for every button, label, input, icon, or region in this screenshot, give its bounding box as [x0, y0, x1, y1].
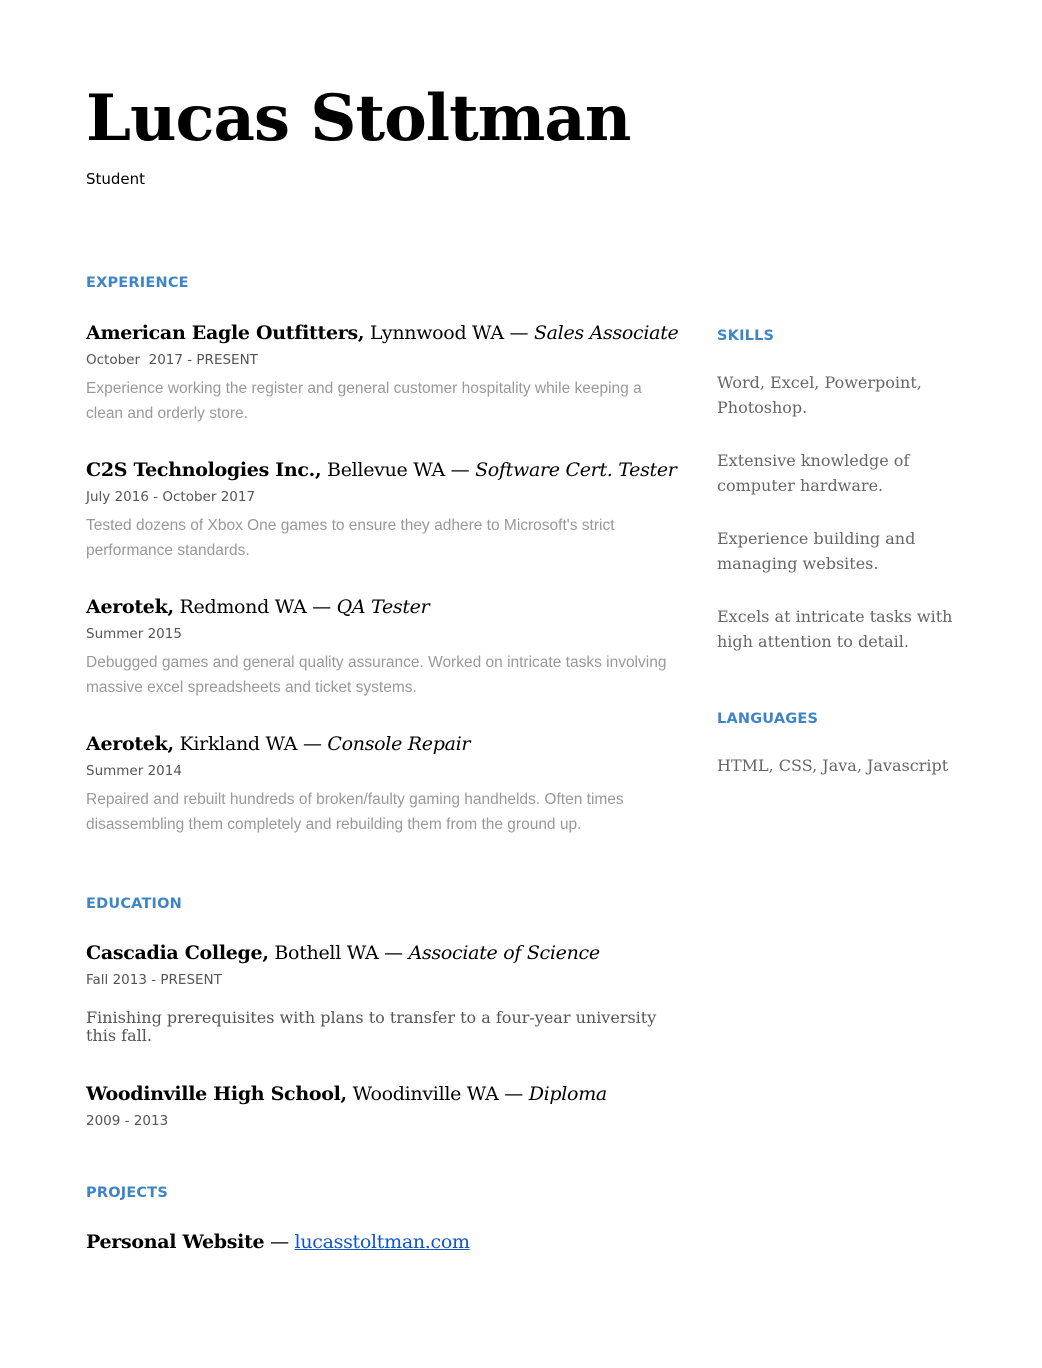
entry-location: Lynnwood WA — — [364, 322, 534, 344]
experience-entry: Aerotek, Kirkland WA — Console Repair Su… — [86, 731, 676, 837]
skills-heading: SKILLS — [717, 328, 775, 344]
entry-description: Finishing prerequisites with plans to tr… — [86, 1008, 657, 1045]
skill-item: Extensive knowledge of computer hardware… — [717, 451, 910, 495]
resume-name: Lucas Stoltman — [86, 81, 631, 156]
entry-header: Woodinville High School, Woodinville WA … — [86, 1081, 607, 1107]
project-separator: — — [264, 1231, 295, 1253]
education-entry: Woodinville High School, Woodinville WA … — [86, 1081, 607, 1130]
entry-date: Summer 2014 — [86, 763, 182, 779]
entry-location: Bellevue WA — — [321, 459, 476, 481]
entry-organization: American Eagle Outfitters, — [86, 322, 365, 344]
skill-item: Word, Excel, Powerpoint, Photoshop. — [717, 373, 922, 417]
entry-header: C2S Technologies Inc., Bellevue WA — Sof… — [86, 457, 677, 483]
languages-list: HTML, CSS, Java, Javascript — [717, 756, 949, 775]
entry-role: QA Tester — [336, 596, 430, 618]
education-heading: EDUCATION — [86, 896, 183, 912]
experience-heading: EXPERIENCE — [86, 275, 189, 291]
projects-heading: PROJECTS — [86, 1185, 168, 1201]
experience-entry: C2S Technologies Inc., Bellevue WA — Sof… — [86, 457, 677, 563]
entry-organization: Aerotek, — [86, 733, 174, 755]
entry-organization: Aerotek, — [86, 596, 174, 618]
entry-date: 2009 - 2013 — [86, 1113, 169, 1129]
entry-description: Tested dozens of Xbox One games to ensur… — [86, 517, 615, 559]
entry-organization: Woodinville High School, — [86, 1083, 347, 1105]
entry-date: October 2017 - PRESENT — [86, 352, 258, 368]
skill-item: Excels at intricate tasks with high atte… — [717, 607, 953, 651]
entry-date: Fall 2013 - PRESENT — [86, 972, 222, 988]
project-link[interactable]: lucasstoltman.com — [295, 1231, 470, 1253]
entry-organization: C2S Technologies Inc., — [86, 459, 322, 481]
entry-description: Experience working the register and gene… — [86, 380, 642, 422]
entry-role: Sales Associate — [533, 322, 679, 344]
skill-item: Experience building and managing website… — [717, 529, 916, 573]
entry-date: Summer 2015 — [86, 626, 182, 642]
entry-role: Software Cert. Tester — [475, 459, 677, 481]
entry-location: Bothell WA — — [268, 942, 409, 964]
entry-description: Repaired and rebuilt hundreds of broken/… — [86, 791, 624, 833]
project-entry: Personal Website — lucasstoltman.com — [86, 1229, 470, 1255]
entry-location: Redmond WA — — [173, 596, 337, 618]
entry-role: Associate of Science — [408, 942, 601, 964]
experience-entry: Aerotek, Redmond WA — QA Tester Summer 2… — [86, 594, 676, 700]
education-entry: Cascadia College, Bothell WA — Associate… — [86, 940, 666, 1045]
experience-entry: American Eagle Outfitters, Lynnwood WA —… — [86, 320, 679, 426]
entry-header: Cascadia College, Bothell WA — Associate… — [86, 940, 666, 966]
resume-title: Student — [86, 170, 146, 188]
entry-date: July 2016 - October 2017 — [86, 489, 256, 505]
entry-description: Debugged games and general quality assur… — [86, 654, 667, 696]
entry-role: Diploma — [528, 1083, 608, 1105]
entry-header: Aerotek, Redmond WA — QA Tester — [86, 594, 676, 620]
entry-location: Woodinville WA — — [346, 1083, 529, 1105]
project-name: Personal Website — [86, 1231, 265, 1253]
entry-location: Kirkland WA — — [173, 733, 328, 755]
entry-role: Console Repair — [327, 733, 471, 755]
entry-header: Aerotek, Kirkland WA — Console Repair — [86, 731, 676, 757]
entry-header: American Eagle Outfitters, Lynnwood WA —… — [86, 320, 679, 346]
entry-organization: Cascadia College, — [86, 942, 269, 964]
languages-heading: LANGUAGES — [717, 711, 819, 727]
